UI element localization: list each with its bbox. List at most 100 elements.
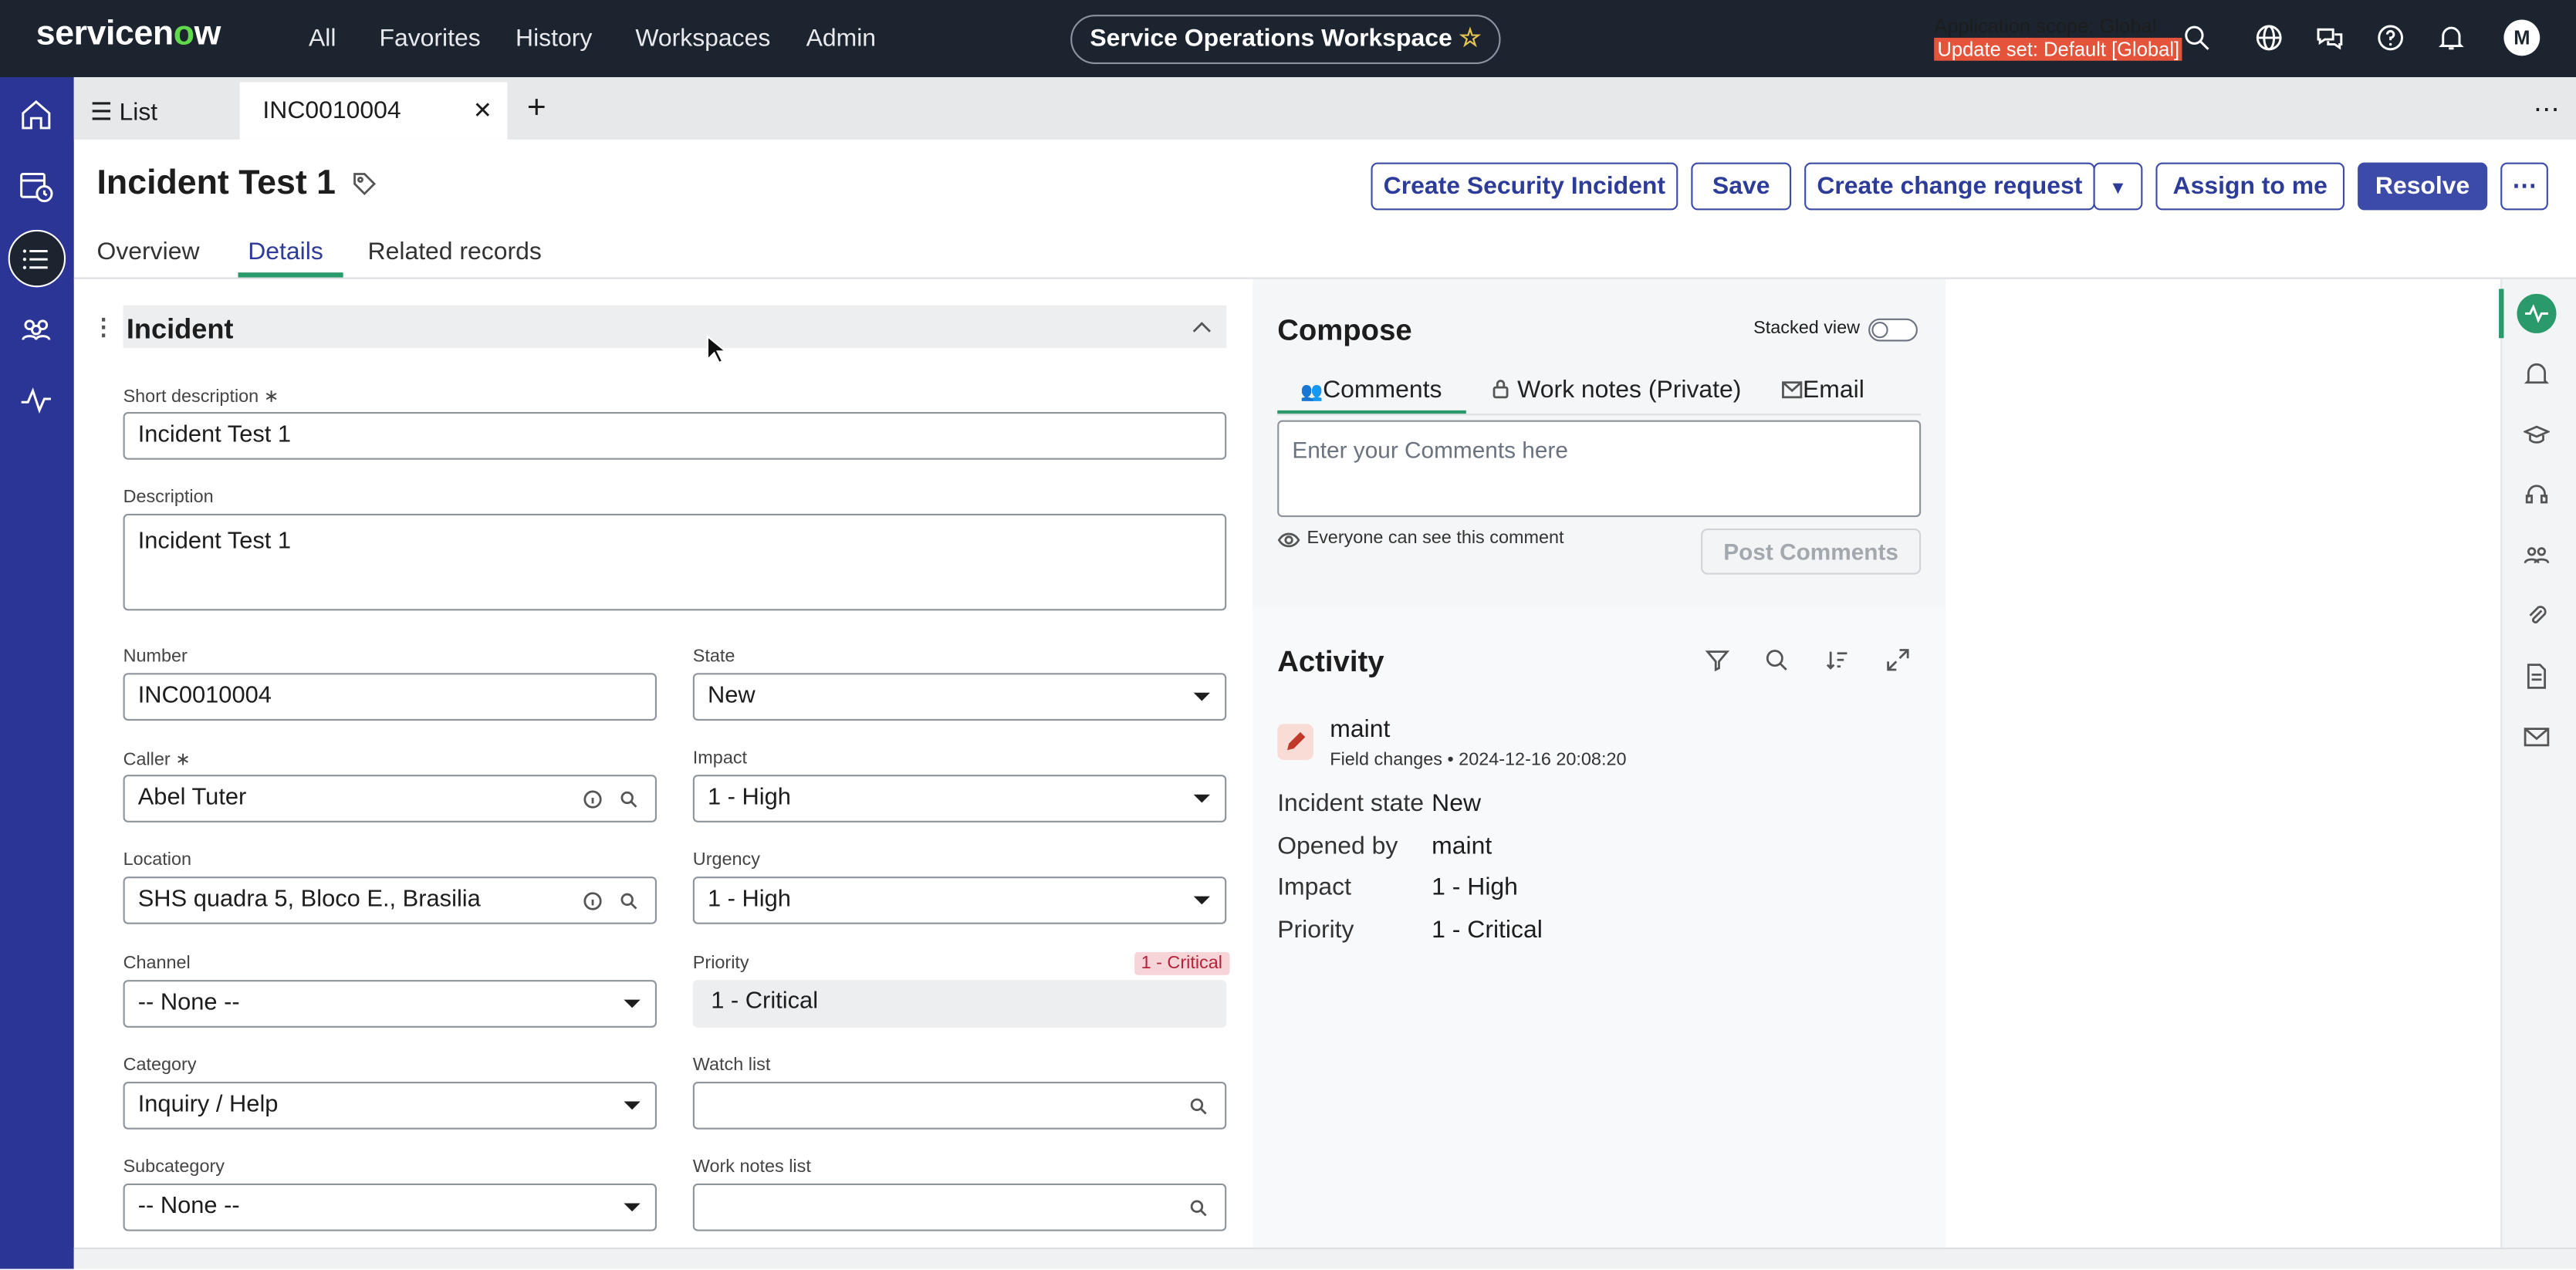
nav-workspaces[interactable]: Workspaces: [635, 25, 770, 52]
more-icon[interactable]: ⋯: [2534, 93, 2561, 127]
tab-email[interactable]: Email: [1781, 376, 1864, 404]
number-field[interactable]: INC0010004: [123, 673, 657, 721]
create-security-incident-button[interactable]: Create Security Incident: [1371, 162, 1678, 211]
compose-tabs-divider: [1277, 414, 1922, 416]
star-icon[interactable]: ☆: [1459, 25, 1482, 52]
channel-value: -- None --: [137, 989, 240, 1016]
document-icon[interactable]: [2524, 664, 2550, 690]
location-label: Location: [123, 850, 192, 870]
short-description-field[interactable]: Incident Test 1: [123, 412, 1227, 460]
filter-icon[interactable]: [1704, 647, 1730, 673]
category-select[interactable]: Inquiry / Help: [123, 1082, 657, 1130]
tab-work-notes-label: Work notes (Private): [1517, 376, 1742, 404]
scope-info[interactable]: Application scope: Global Update set: De…: [1934, 15, 2183, 61]
section-title: Incident: [126, 313, 234, 345]
headset-icon[interactable]: [2524, 481, 2550, 507]
people-icon[interactable]: [18, 312, 54, 348]
tab-comments-label: Comments: [1323, 376, 1442, 404]
page-title: Incident Test 1: [97, 164, 379, 204]
caller-field[interactable]: Abel Tuter: [123, 775, 657, 822]
work-notes-list-field[interactable]: [692, 1183, 1227, 1231]
nav-all[interactable]: All: [309, 25, 336, 52]
bell-icon[interactable]: [2524, 361, 2550, 387]
dropdown-caret-icon: [624, 999, 641, 1008]
section-header[interactable]: [123, 305, 1227, 349]
impact-select[interactable]: 1 - High: [692, 775, 1227, 822]
tab-record-label[interactable]: INC0010004: [262, 97, 401, 125]
stacked-view-toggle[interactable]: [1868, 318, 1918, 342]
channel-label: Channel: [123, 954, 191, 974]
home-icon[interactable]: [18, 97, 54, 133]
required-icon: ∗: [263, 387, 279, 407]
avatar[interactable]: M: [2503, 19, 2541, 56]
calendar-clock-icon[interactable]: [18, 167, 54, 204]
search-icon[interactable]: [1188, 1096, 1209, 1116]
watch-list-field[interactable]: [692, 1082, 1227, 1130]
people-icon: 👥: [1300, 382, 1323, 403]
globe-icon[interactable]: [2254, 23, 2284, 52]
paperclip-icon[interactable]: [2524, 603, 2550, 629]
search-icon[interactable]: [1763, 647, 1790, 673]
tab-work-notes[interactable]: Work notes (Private): [1491, 376, 1742, 404]
subcategory-label: Subcategory: [123, 1157, 225, 1177]
search-icon[interactable]: [1188, 1198, 1209, 1218]
hamburger-icon: ☰: [90, 98, 113, 127]
expand-icon[interactable]: [1885, 647, 1911, 673]
nav-admin[interactable]: Admin: [806, 25, 876, 52]
resolve-button[interactable]: Resolve: [2358, 162, 2488, 211]
comment-visibility-note: Everyone can see this comment: [1307, 529, 1564, 549]
people-icon[interactable]: [2524, 542, 2550, 568]
state-select[interactable]: New: [692, 673, 1227, 721]
close-tab-icon[interactable]: ✕: [473, 97, 492, 125]
search-icon[interactable]: [2182, 23, 2211, 52]
tab-list[interactable]: ☰ List: [90, 97, 157, 127]
sort-icon[interactable]: [1824, 647, 1851, 673]
more-actions-button[interactable]: ⋯: [2500, 162, 2548, 211]
search-icon[interactable]: [619, 891, 639, 911]
urgency-select[interactable]: 1 - High: [692, 877, 1227, 924]
description-field[interactable]: Incident Test 1: [123, 513, 1227, 611]
info-icon[interactable]: [583, 891, 603, 911]
collapse-chevron-icon[interactable]: [1190, 317, 1213, 337]
tab-comments[interactable]: 👥Comments: [1300, 376, 1442, 404]
tab-overview[interactable]: Overview: [97, 238, 200, 265]
graduation-cap-icon[interactable]: [2523, 422, 2551, 448]
create-change-request-button[interactable]: Create change request: [1804, 162, 2095, 211]
search-icon[interactable]: [619, 789, 639, 809]
help-icon[interactable]: [2375, 23, 2405, 52]
post-comments-button[interactable]: Post Comments: [1701, 529, 1922, 575]
activity-pulse-icon[interactable]: [18, 383, 54, 419]
mail-icon[interactable]: [2524, 724, 2550, 750]
active-context-indicator: [2499, 289, 2504, 339]
activity-field-key: Incident state: [1277, 789, 1425, 818]
nav-favorites[interactable]: Favorites: [379, 25, 480, 52]
tag-icon[interactable]: [352, 171, 378, 198]
location-field[interactable]: SHS quadra 5, Bloco E., Brasilia: [123, 877, 657, 924]
logo-text-o: o: [173, 15, 194, 53]
dropdown-caret-icon: [624, 1101, 641, 1110]
dropdown-caret-icon: [1193, 896, 1210, 905]
nav-history[interactable]: History: [516, 25, 592, 52]
assign-to-me-button[interactable]: Assign to me: [2155, 162, 2345, 211]
record-title-text: Incident Test 1: [96, 164, 336, 202]
add-tab-icon[interactable]: +: [527, 90, 546, 128]
drag-handle-icon[interactable]: ⋮: [92, 313, 115, 341]
change-request-dropdown[interactable]: ▼: [2093, 162, 2143, 211]
pencil-icon: [1286, 731, 1306, 751]
tab-related-records[interactable]: Related records: [368, 238, 542, 265]
caller-label-text: Caller: [123, 750, 171, 770]
chat-icon[interactable]: [2315, 23, 2344, 52]
list-icon[interactable]: [18, 242, 54, 278]
servicenow-logo[interactable]: servicenow: [36, 15, 221, 54]
bell-icon[interactable]: [2436, 23, 2466, 52]
workspace-pill[interactable]: Service Operations Workspace ☆: [1070, 15, 1501, 64]
subcategory-select[interactable]: -- None --: [123, 1183, 657, 1231]
save-button[interactable]: Save: [1691, 162, 1792, 211]
channel-select[interactable]: -- None --: [123, 980, 657, 1028]
info-icon[interactable]: [583, 789, 603, 809]
tab-details[interactable]: Details: [248, 238, 323, 265]
number-label: Number: [123, 647, 188, 667]
field-change-badge: [1277, 724, 1313, 761]
comments-textarea[interactable]: Enter your Comments here: [1277, 420, 1922, 518]
priority-field: 1 - Critical: [692, 980, 1227, 1028]
